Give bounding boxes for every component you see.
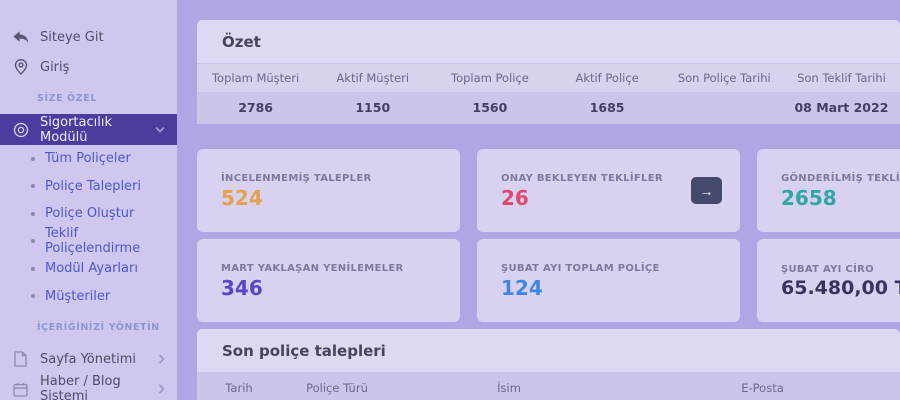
sidebar-item-siteye-git[interactable]: Siteye Git (0, 22, 177, 52)
stat-card-gonderilmis-teklifler: GÖNDERİLMİŞ TEKLİFLER 2658 (757, 149, 900, 232)
sidebar-section-icerik-yonetin: İÇERİĞİNİZİ YÖNETİN (37, 321, 160, 333)
submenu-item-modul-ayarlari[interactable]: Modül Ayarları (0, 255, 177, 283)
summary-value-son-police-tarihi (666, 92, 783, 124)
stat-card-subat-toplam-police: ŞUBAT AYI TOPLAM POLİÇE 124 (477, 239, 740, 322)
submenu-item-police-olustur[interactable]: Poliçe Oluştur (0, 200, 177, 228)
lifebuoy-icon (12, 121, 29, 138)
page-icon (12, 351, 29, 368)
sidebar-item-sigortacilik-modulu[interactable]: Sigortacılık Modülü (0, 114, 177, 145)
stat-cards-row-2: MART YAKLAŞAN YENİLEMELER 346 ŞUBAT AYI … (197, 239, 900, 322)
submenu-item-tum-policeler[interactable]: Tüm Poliçeler (0, 145, 177, 173)
recent-requests-title: Son poliçe talepleri (197, 329, 900, 373)
bullet-icon (31, 211, 35, 216)
bullet-icon (31, 294, 35, 299)
summary-title: Özet (197, 20, 900, 64)
requests-col-eposta: E-Posta (741, 381, 784, 395)
summary-col-toplam-police: Toplam Poliçe (451, 71, 529, 85)
bullet-icon (31, 156, 35, 161)
sigortacilik-submenu: Tüm Poliçeler Poliçe Talepleri Poliçe Ol… (0, 145, 177, 310)
stat-card-label: GÖNDERİLMİŞ TEKLİFLER (781, 173, 900, 184)
sidebar-item-label: Sayfa Yönetimi (40, 351, 136, 367)
submenu-item-label: Poliçe Oluştur (45, 206, 135, 222)
summary-col-toplam-musteri: Toplam Müşteri (211, 71, 300, 85)
sidebar-section-size-ozel: SİZE ÖZEL (37, 92, 97, 104)
sidebar-item-label: Siteye Git (40, 29, 104, 45)
summary-col-aktif-musteri: Aktif Müşteri (336, 71, 410, 85)
right-arrow-icon: → (699, 182, 714, 199)
bullet-icon (31, 239, 35, 244)
bullet-icon (31, 184, 35, 189)
stat-card-value: 65.480,00 TL (781, 276, 900, 299)
stat-card-value: 26 (501, 186, 529, 210)
stat-card-value: 524 (221, 186, 263, 210)
summary-values-row: 2786 1150 1560 1685 08 Mart 2022 (197, 92, 900, 124)
requests-col-tarih: Tarih (225, 381, 253, 395)
stat-card-mart-yaklasan-yenilemeler: MART YAKLAŞAN YENİLEMELER 346 (197, 239, 460, 322)
back-arrow-icon (12, 29, 29, 46)
submenu-item-label: Müşteriler (45, 288, 111, 304)
stat-card-subat-ciro: ŞUBAT AYI CİRO 65.480,00 TL (757, 239, 900, 322)
bullet-icon (31, 266, 35, 271)
summary-value-son-teklif-tarihi: 08 Mart 2022 (794, 100, 889, 115)
calendar-icon (12, 381, 29, 398)
submenu-item-musteriler[interactable]: Müşteriler (0, 283, 177, 311)
sidebar-item-sayfa-yonetimi[interactable]: Sayfa Yönetimi (0, 344, 177, 374)
submenu-item-police-talepleri[interactable]: Poliçe Talepleri (0, 173, 177, 201)
sidebar-item-giris[interactable]: Giriş (0, 52, 177, 82)
requests-col-isim: İsim (497, 381, 521, 395)
summary-value-toplam-police: 1560 (472, 100, 508, 115)
summary-value-aktif-musteri: 1150 (355, 100, 391, 115)
stat-card-incelenmemis-talepler: İNCELENMEMİŞ TALEPLER 524 (197, 149, 460, 232)
sidebar-item-label: Sigortacılık Modülü (40, 114, 112, 145)
stat-card-onay-bekleyen-teklifler: ONAY BEKLEYEN TEKLİFLER 26 → (477, 149, 740, 232)
stat-card-value: 2658 (781, 186, 837, 210)
summary-col-son-police-tarihi: Son Poliçe Tarihi (677, 71, 771, 85)
stat-card-value: 346 (221, 276, 263, 300)
submenu-item-label: Teklif Poliçelendirme (45, 226, 141, 257)
sidebar-item-label: Haber / Blog Sistemi (40, 374, 121, 400)
stat-card-label: MART YAKLAŞAN YENİLEMELER (221, 263, 404, 274)
stat-card-value: 124 (501, 276, 543, 300)
summary-value-aktif-police: 1685 (589, 100, 625, 115)
chevron-down-icon (155, 126, 165, 133)
summary-col-son-teklif-tarihi: Son Teklif Tarihi (797, 71, 886, 85)
submenu-item-label: Poliçe Talepleri (45, 178, 142, 194)
sidebar-item-label: Giriş (40, 59, 70, 75)
recent-requests-panel: Son poliçe talepleri Tarih Poliçe Türü İ… (197, 329, 900, 400)
requests-header-row: Tarih Poliçe Türü İsim E-Posta (197, 373, 900, 400)
sidebar-item-haber-blog-sistemi[interactable]: Haber / Blog Sistemi (0, 374, 177, 400)
sidebar: Siteye Git Giriş SİZE ÖZEL Sigortacılık … (0, 0, 177, 400)
summary-panel: Özet Toplam Müşteri Aktif Müşteri Toplam… (197, 20, 900, 124)
goto-pending-offers-button[interactable]: → (691, 177, 722, 204)
stat-cards-row-1: İNCELENMEMİŞ TALEPLER 524 ONAY BEKLEYEN … (197, 149, 900, 232)
summary-col-aktif-police: Aktif Poliçe (575, 71, 639, 85)
stat-card-label: ONAY BEKLEYEN TEKLİFLER (501, 173, 663, 184)
submenu-item-label: Modül Ayarları (45, 261, 138, 277)
summary-header-row: Toplam Müşteri Aktif Müşteri Toplam Poli… (197, 64, 900, 92)
summary-value-toplam-musteri: 2786 (238, 100, 273, 115)
submenu-item-label: Tüm Poliçeler (45, 151, 131, 167)
chevron-right-icon (158, 354, 165, 364)
stat-card-label: ŞUBAT AYI TOPLAM POLİÇE (501, 263, 660, 274)
submenu-item-teklif-policelendirme[interactable]: Teklif Poliçelendirme (0, 226, 177, 257)
main-content: Özet Toplam Müşteri Aktif Müşteri Toplam… (177, 0, 900, 400)
chevron-right-icon (158, 384, 165, 394)
requests-col-police-turu: Poliçe Türü (306, 381, 368, 395)
stat-card-label: İNCELENMEMİŞ TALEPLER (221, 173, 372, 184)
map-pin-icon (12, 59, 29, 76)
stat-card-label: ŞUBAT AYI CİRO (781, 263, 874, 275)
